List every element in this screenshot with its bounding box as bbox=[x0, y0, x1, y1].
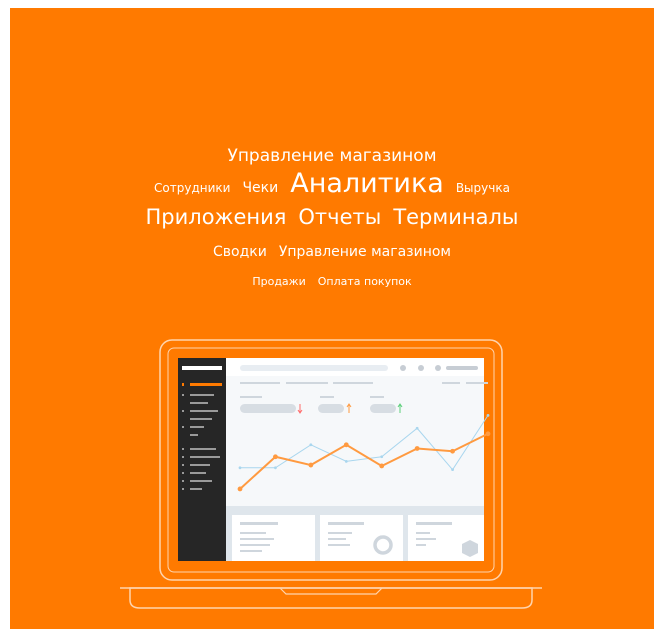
orange-series-point bbox=[308, 462, 314, 468]
orange-series-point bbox=[237, 486, 243, 492]
dashboard-card-1 bbox=[232, 515, 315, 561]
laptop-dashboard-icon bbox=[120, 339, 542, 609]
kpi-pill-3 bbox=[370, 404, 396, 413]
dashboard-card-2 bbox=[320, 515, 403, 561]
orange-series-point bbox=[379, 463, 385, 469]
blue-series-point bbox=[274, 466, 277, 470]
topbar-search bbox=[240, 365, 388, 371]
laptop-base-outline bbox=[129, 587, 533, 609]
blue-series-point bbox=[486, 413, 490, 417]
topbar-icon-2 bbox=[418, 365, 424, 371]
orange-series-point bbox=[343, 442, 349, 448]
topbar-username bbox=[446, 366, 478, 370]
topbar-avatar bbox=[435, 365, 441, 371]
orange-series-point bbox=[414, 446, 420, 451]
dashboard-card-3 bbox=[408, 515, 484, 561]
orange-series-point bbox=[450, 448, 455, 454]
kpi-pill-1 bbox=[240, 404, 296, 413]
orange-series-point bbox=[485, 431, 491, 437]
sidebar-item-active bbox=[190, 383, 222, 386]
topbar-icon-1 bbox=[400, 365, 406, 371]
hero-banner: Управление магазином Сотрудники Чеки Анали… bbox=[10, 8, 654, 629]
kpi-pill-2 bbox=[318, 404, 344, 413]
orange-series-point bbox=[273, 454, 278, 460]
dashboard-sidebar bbox=[178, 358, 226, 561]
blue-series-point bbox=[238, 466, 242, 470]
blue-series-point bbox=[380, 455, 384, 459]
blue-series-point bbox=[451, 468, 454, 472]
sidebar-logo bbox=[182, 366, 222, 370]
laptop-trackpad-notch bbox=[279, 587, 383, 595]
blue-series-point bbox=[309, 443, 313, 447]
blue-series-point bbox=[415, 426, 419, 430]
blue-series-point bbox=[344, 459, 348, 463]
